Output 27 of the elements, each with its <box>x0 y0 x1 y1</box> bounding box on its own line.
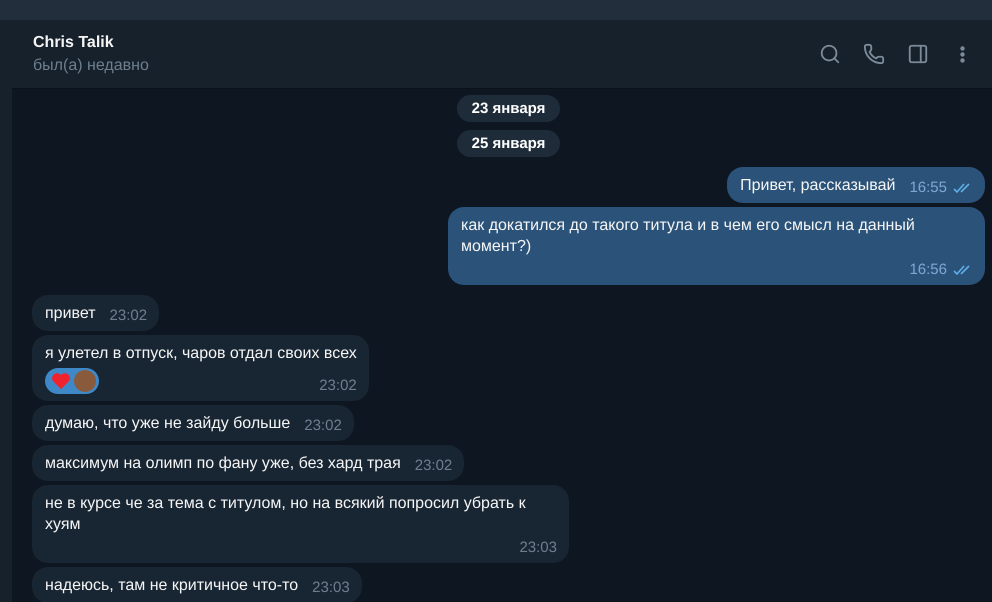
message-text: надеюсь, там не критичное что-то <box>45 576 298 596</box>
message-time: 16:55 <box>909 178 947 198</box>
message-text: привет <box>45 304 96 324</box>
message-text: максимум на олимп по фану уже, без хард трая <box>45 454 401 474</box>
reaction-chip[interactable] <box>45 368 99 394</box>
avatar <box>74 370 96 392</box>
message-text: я улетел в отпуск, чаров отдал своих всех <box>45 344 357 364</box>
message-time: 23:02 <box>110 306 148 326</box>
contact-name: Chris Talik <box>33 34 115 52</box>
message-text: как докатился до такого титула и в чем его смысл на данный момент?) <box>461 216 916 257</box>
message-text: Привет, рассказывай <box>740 176 896 196</box>
phone-icon <box>863 43 885 65</box>
contact-status: был(а) недавно <box>33 56 150 74</box>
message-text: не в курсе че за тема с титулом, но на всякий попросил убрать к хуям <box>45 494 527 535</box>
panel-icon <box>907 43 929 65</box>
search-icon <box>819 43 841 65</box>
message-time: 23:02 <box>304 416 342 436</box>
heart-icon <box>51 372 71 390</box>
message-text: думаю, что уже не зайду больше <box>45 414 290 434</box>
message-time: 23:02 <box>414 456 452 476</box>
message-time: 23:03 <box>312 578 350 598</box>
message-time: 23:02 <box>319 376 357 396</box>
more-icon <box>960 46 964 62</box>
message-time: 23:03 <box>519 538 557 558</box>
date-pill: 25 января <box>456 130 560 157</box>
date-pill: 23 января <box>456 95 560 122</box>
message-time: 16:56 <box>909 260 947 280</box>
